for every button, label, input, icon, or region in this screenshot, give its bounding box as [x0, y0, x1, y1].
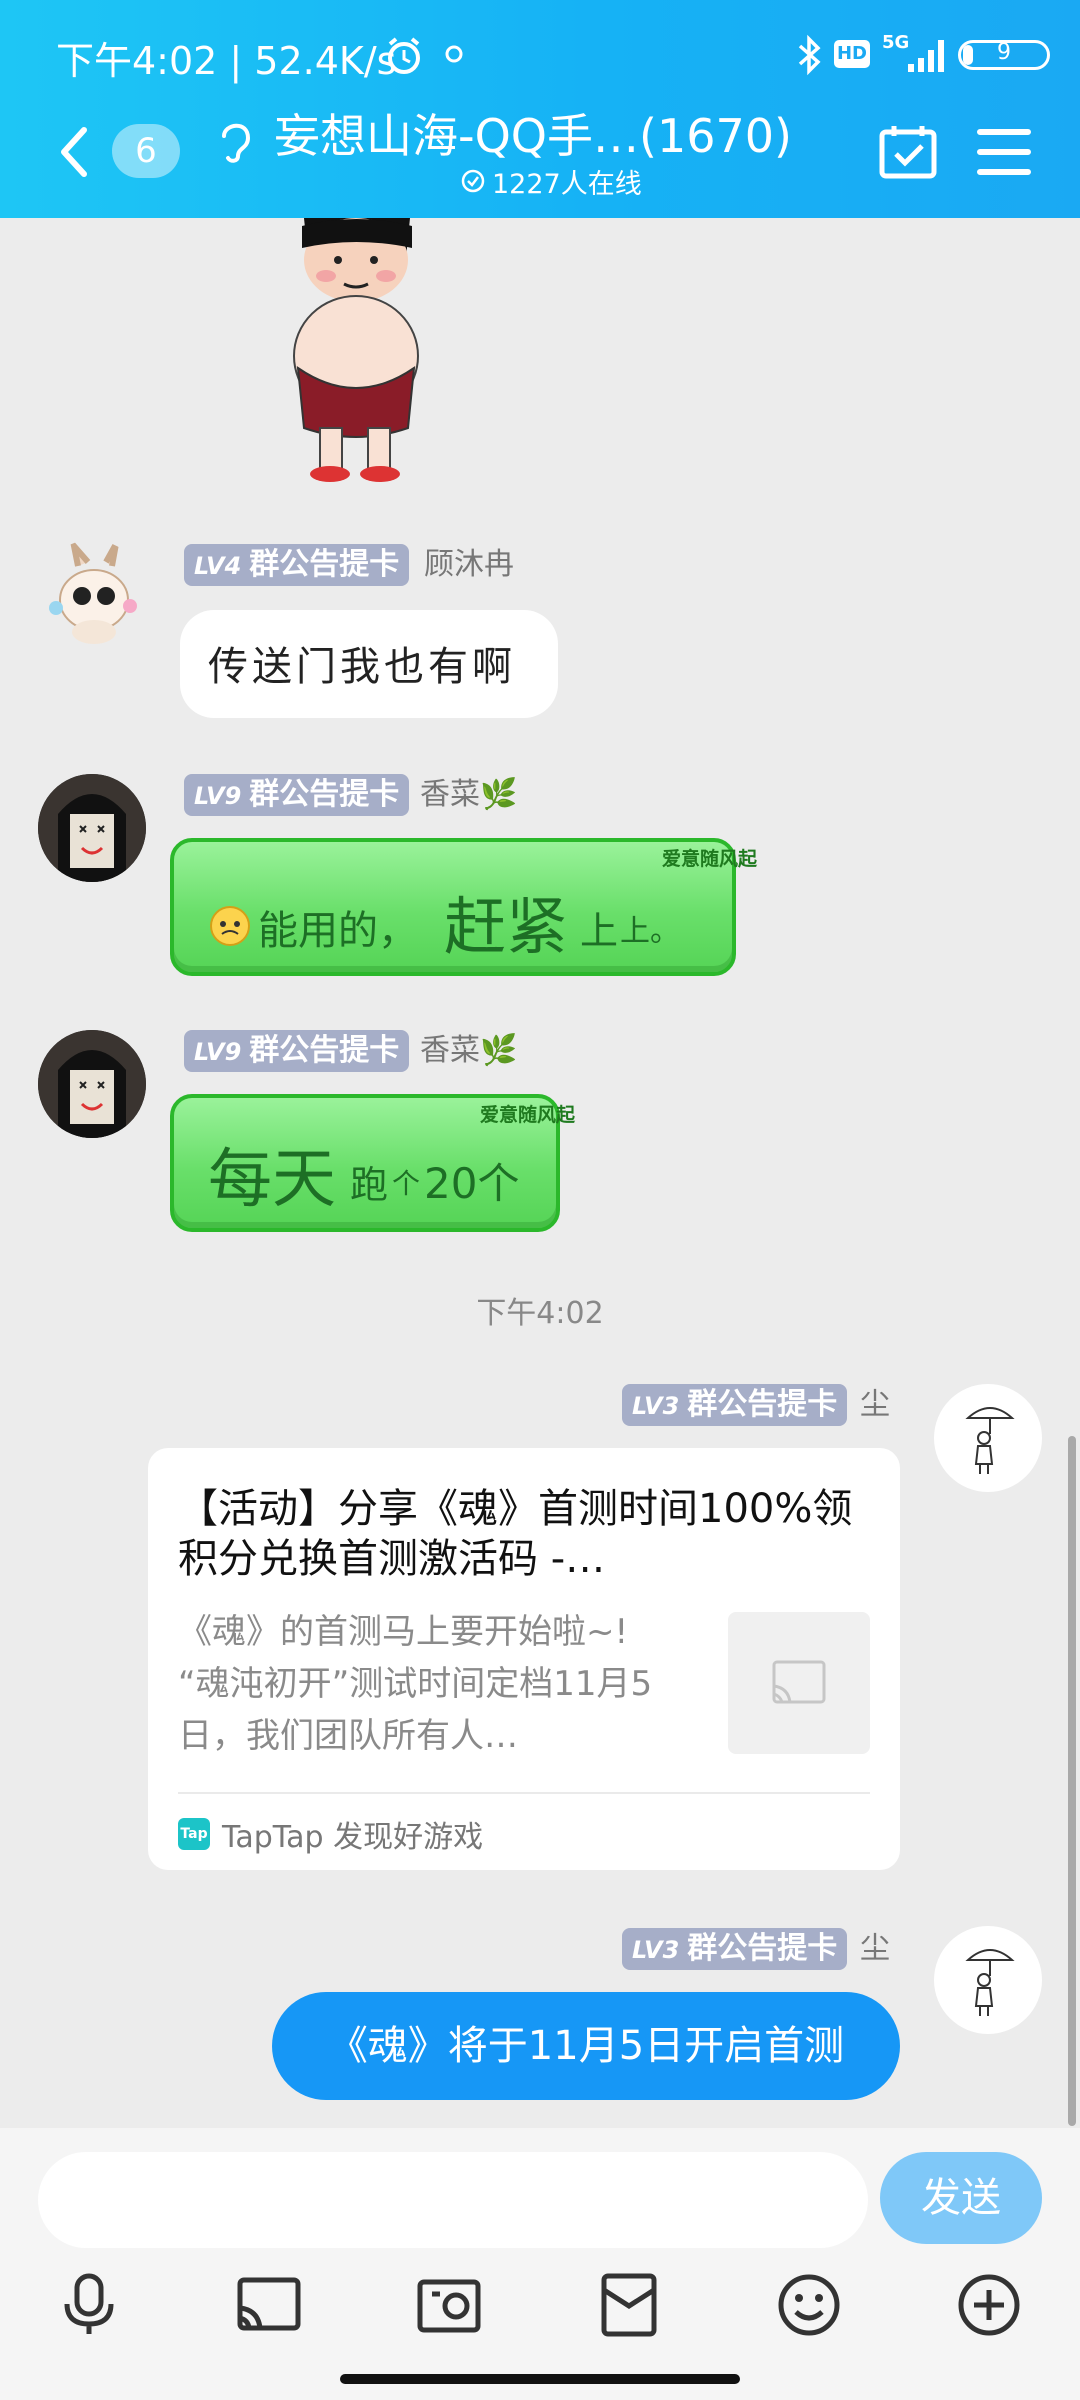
chat-header: 下午4:02 | 52.4K/s HD 5G 9 6 妄想山海-QQ手…(167…	[0, 0, 1080, 218]
message-text: 上。	[620, 914, 680, 949]
level-badge: LV3 群公告提卡	[622, 1384, 848, 1426]
taptap-icon: Tap	[178, 1818, 210, 1850]
message-text: 上	[580, 909, 619, 953]
sender-nickname[interactable]: 顾沐冉	[424, 544, 514, 586]
avatar[interactable]	[38, 774, 146, 882]
red-packet-icon[interactable]	[594, 2270, 664, 2340]
badge-label: 群公告提卡	[687, 1387, 838, 1422]
message-timestamp: 下午4:02	[476, 1296, 604, 1331]
group-title[interactable]: 妄想山海-QQ手…(1670)	[274, 100, 792, 166]
message-text: 20个	[424, 1159, 520, 1208]
avatar[interactable]	[934, 1384, 1042, 1492]
message-text: 赶紧	[444, 890, 569, 963]
level-badge: LV4 群公告提卡	[184, 544, 410, 586]
screen-share-icon[interactable]	[234, 2270, 304, 2340]
microphone-icon[interactable]	[54, 2270, 124, 2340]
back-icon[interactable]	[54, 124, 94, 180]
bubble-tag: 爱意随风起	[480, 1104, 576, 1126]
scrollbar[interactable]	[1068, 1436, 1076, 2126]
masked-avatar-icon	[38, 1030, 146, 1138]
online-count: 1227人在线	[492, 169, 642, 200]
message-bubble[interactable]: 爱意随风起 每天 跑 个 20个	[170, 1094, 575, 1232]
level-label: LV9	[194, 1038, 242, 1066]
battery-icon: 9	[958, 40, 1050, 70]
home-indicator[interactable]	[340, 2374, 740, 2384]
photo-icon[interactable]	[414, 2270, 484, 2340]
online-status-icon	[461, 169, 485, 193]
umbrella-girl-avatar-icon	[965, 1407, 1015, 1474]
level-badge: LV9 群公告提卡	[184, 774, 410, 816]
avatar[interactable]	[38, 1030, 146, 1138]
bubble-tag: 爱意随风起	[662, 848, 758, 870]
message-bubble[interactable]: 《魂》将于11月5日开启首测	[272, 1992, 900, 2100]
message-text: 个	[392, 1167, 421, 1200]
emoji-icon[interactable]	[774, 2270, 844, 2340]
bunny-avatar-icon	[49, 540, 137, 644]
message-text: 每天	[208, 1143, 336, 1217]
message-text: 传送门我也有啊	[208, 644, 516, 690]
plus-icon[interactable]	[954, 2270, 1024, 2340]
calendar-check-icon[interactable]	[878, 122, 938, 182]
card-divider	[178, 1792, 870, 1794]
card-title: 【活动】分享《魂》首测时间100%领积分兑换首测激活码 -…	[178, 1486, 853, 1582]
alarm-icon	[388, 37, 420, 74]
unread-count-badge[interactable]: 6	[112, 124, 180, 178]
card-source: TapTap 发现好游戏	[222, 1820, 484, 1855]
level-label: LV4	[194, 552, 242, 580]
ear-icon[interactable]	[216, 116, 256, 166]
message-bubble[interactable]: 爱意随风起 能用的， 赶紧 上 上。	[170, 838, 757, 976]
link-share-card[interactable]: 【活动】分享《魂》首测时间100%领积分兑换首测激活码 -… 《魂》的首测马上要…	[148, 1448, 900, 1870]
level-label: LV3	[632, 1936, 680, 1964]
badge-label: 群公告提卡	[687, 1931, 838, 1966]
sender-nickname[interactable]: 香菜🌿	[420, 1030, 517, 1072]
image-placeholder-icon	[772, 1660, 826, 1704]
level-badge: LV9 群公告提卡	[184, 1030, 410, 1072]
level-label: LV3	[632, 1392, 680, 1420]
menu-icon[interactable]	[976, 126, 1032, 178]
avatar[interactable]	[38, 540, 146, 648]
message-text: 能用的，	[258, 908, 418, 954]
battery-level: 9	[997, 40, 1011, 65]
bluetooth-icon	[798, 34, 821, 76]
umbrella-girl-avatar-icon	[965, 1949, 1015, 2016]
masked-avatar-icon	[38, 774, 146, 882]
sticker-image[interactable]	[256, 218, 456, 488]
status-time-speed: 下午4:02 | 52.4K/s	[56, 39, 397, 83]
level-badge: LV3 群公告提卡	[622, 1928, 848, 1970]
input-area: 发送	[0, 2128, 1080, 2400]
sender-nickname[interactable]: 尘	[860, 1384, 890, 1426]
sender-nickname[interactable]: 香菜🌿	[420, 774, 517, 816]
avatar[interactable]	[934, 1926, 1042, 2034]
send-button[interactable]: 发送	[880, 2152, 1042, 2244]
message-text: 跑	[350, 1163, 389, 1207]
message-bubble[interactable]: 传送门我也有啊	[180, 610, 558, 718]
signal-icon	[908, 40, 944, 72]
app-notification-icon	[445, 45, 463, 63]
hd-icon: HD	[834, 40, 870, 68]
emoji-icon	[210, 906, 250, 946]
badge-label: 群公告提卡	[249, 547, 400, 582]
sender-nickname[interactable]: 尘	[860, 1928, 890, 1970]
badge-label: 群公告提卡	[249, 777, 400, 812]
badge-label: 群公告提卡	[249, 1033, 400, 1068]
message-input[interactable]	[38, 2152, 868, 2248]
level-label: LV9	[194, 782, 242, 810]
card-thumbnail	[728, 1612, 870, 1754]
card-description: 《魂》的首测马上要开始啦~! “魂沌初开”测试时间定档11月5日，我们团队所有人…	[178, 1612, 653, 1756]
